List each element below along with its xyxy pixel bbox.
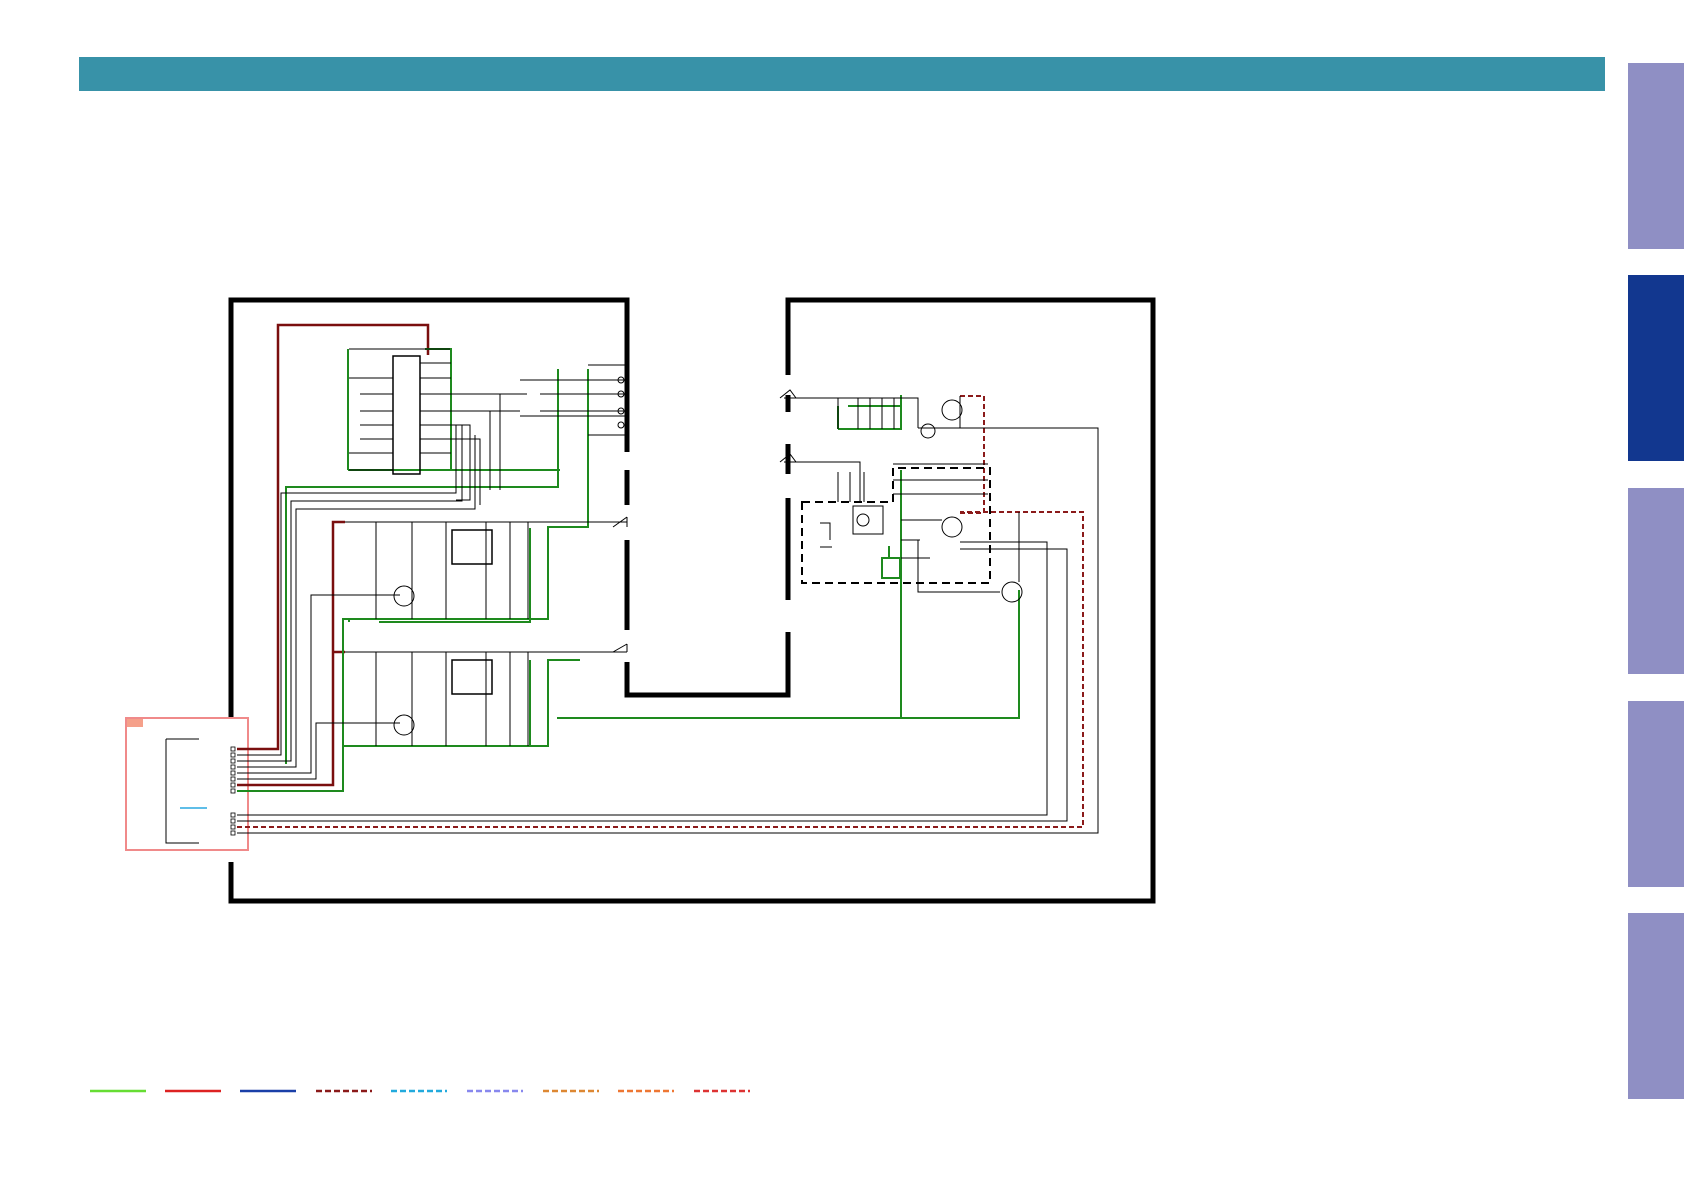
power-dashed <box>237 395 1084 828</box>
connector-pins <box>230 746 236 836</box>
switch-2 <box>612 643 628 653</box>
transistor-block-1 <box>311 521 627 619</box>
connector-tag <box>127 719 143 727</box>
connector-jack-1 <box>588 364 628 436</box>
transistor-block-2 <box>345 651 627 746</box>
connector-box <box>125 717 249 851</box>
circuit-schematic <box>125 297 1156 904</box>
board-outline <box>228 297 1156 904</box>
right-circuit <box>784 396 1098 603</box>
line-legend <box>90 1089 750 1093</box>
ic-1 <box>349 348 627 505</box>
